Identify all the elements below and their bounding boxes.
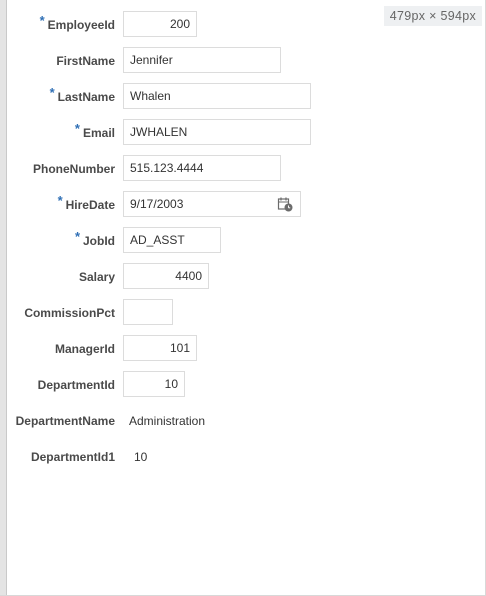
hire-date-label: * HireDate bbox=[57, 193, 115, 212]
employee-id-input[interactable] bbox=[123, 11, 197, 37]
job-id-input[interactable] bbox=[123, 227, 221, 253]
phone-number-input[interactable] bbox=[123, 155, 281, 181]
email-input[interactable] bbox=[123, 119, 311, 145]
department-name-label: DepartmentName bbox=[15, 414, 115, 428]
commission-pct-input[interactable] bbox=[123, 299, 173, 325]
required-marker: * bbox=[49, 85, 55, 100]
first-name-input[interactable] bbox=[123, 47, 281, 73]
salary-input[interactable] bbox=[123, 263, 209, 289]
dimensions-badge: 479px × 594px bbox=[383, 6, 482, 26]
department-id1-value: 10 bbox=[134, 450, 148, 464]
hire-date-input[interactable] bbox=[123, 191, 301, 217]
job-id-label: * JobId bbox=[74, 229, 115, 248]
required-marker: * bbox=[74, 229, 80, 244]
salary-label: Salary bbox=[78, 270, 115, 284]
calendar-icon[interactable] bbox=[277, 196, 293, 212]
manager-id-input[interactable] bbox=[123, 335, 197, 361]
last-name-label: * LastName bbox=[49, 85, 115, 104]
required-marker: * bbox=[74, 121, 80, 136]
commission-pct-label: CommissionPct bbox=[24, 306, 115, 320]
required-marker: * bbox=[57, 193, 63, 208]
first-name-label: FirstName bbox=[56, 54, 115, 68]
email-label: * Email bbox=[74, 121, 115, 140]
department-name-value: Administration bbox=[129, 414, 206, 428]
employee-id-label: * EmployeeId bbox=[39, 13, 115, 32]
manager-id-label: ManagerId bbox=[54, 342, 115, 356]
department-id1-label: DepartmentId1 bbox=[30, 450, 115, 464]
required-marker: * bbox=[39, 13, 45, 28]
phone-number-label: PhoneNumber bbox=[32, 162, 115, 176]
department-id-input[interactable] bbox=[123, 371, 185, 397]
department-id-label: DepartmentId bbox=[37, 378, 115, 392]
last-name-input[interactable] bbox=[123, 83, 311, 109]
